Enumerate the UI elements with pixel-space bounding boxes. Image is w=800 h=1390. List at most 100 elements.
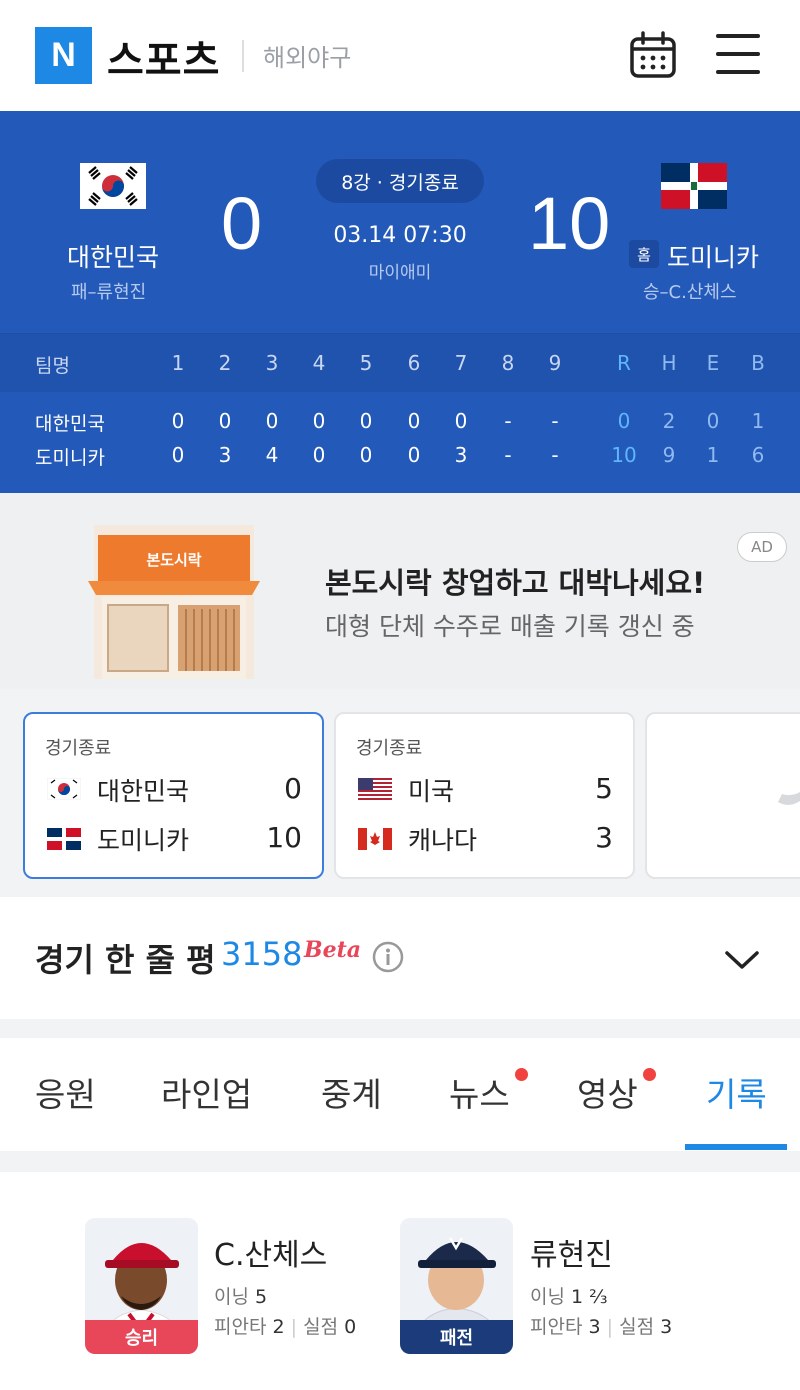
inning-score: 0: [407, 409, 421, 433]
winning-pitcher-name[interactable]: C.산체스: [214, 1230, 327, 1274]
ad-title[interactable]: 본도시락 창업하고 대박나세요!: [325, 560, 705, 602]
total-score: 10: [611, 443, 637, 467]
winning-pitcher-photo[interactable]: 승리: [85, 1218, 198, 1354]
inning-score: 0: [359, 409, 373, 433]
game-card-team: 도미니카: [97, 826, 190, 855]
total-score: 0: [617, 409, 631, 433]
losing-pitcher-name[interactable]: 류현진: [530, 1230, 613, 1274]
total-header: H: [661, 351, 677, 375]
korea-flag-icon: [80, 163, 146, 209]
inning-score: 0: [454, 409, 468, 433]
game-card[interactable]: 경기종료 미국 5 캐나다 3: [334, 712, 635, 879]
game-card-partial[interactable]: [645, 712, 800, 879]
inning-score: -: [504, 409, 512, 433]
news-new-dot: [515, 1068, 528, 1081]
info-icon[interactable]: [372, 941, 404, 973]
scoreboard: 대한민국 패–류현진 0 8강 · 경기종료 03.14 07:30 마이애미 …: [0, 111, 800, 333]
game-card-score: 3: [595, 821, 613, 854]
total-score: 2: [662, 409, 676, 433]
beta-badge: Beta: [304, 937, 362, 963]
inning-score: 0: [312, 443, 326, 467]
calendar-icon[interactable]: [628, 30, 678, 80]
home-score: 10: [528, 182, 611, 265]
game-tabs: 응원 라인업 중계 뉴스 영상 기록: [0, 1038, 800, 1151]
inning-score: 3: [218, 443, 232, 467]
next-game-logo-icon: [778, 792, 800, 805]
winning-pitcher-stats: 피안타 2 | 실점 0: [214, 1316, 357, 1338]
inning-header: 5: [359, 351, 373, 375]
inning-score: 0: [218, 409, 232, 433]
one-line-review-section[interactable]: 경기 한 줄 평 3158 Beta: [0, 897, 800, 1019]
inning-header: 6: [407, 351, 421, 375]
menu-icon[interactable]: [716, 34, 760, 76]
inning-score: 0: [312, 409, 326, 433]
inning-header: 9: [548, 351, 562, 375]
dominican-flag-icon: [661, 163, 727, 209]
win-tag: 승리: [85, 1320, 198, 1354]
store-sign-text: 본도시락: [146, 551, 201, 569]
total-header: R: [617, 351, 631, 375]
inning-header: 2: [218, 351, 232, 375]
total-score: 6: [751, 443, 765, 467]
inning-score: -: [551, 409, 559, 433]
game-datetime: 03.14 07:30: [333, 223, 467, 248]
canada-flag-icon: [358, 828, 392, 850]
game-card[interactable]: 경기종료 대한민국 0 도미니카 10: [23, 712, 324, 879]
tab-lineup[interactable]: 라인업: [161, 1068, 252, 1116]
game-venue: 마이애미: [368, 263, 432, 283]
game-card-team: 미국: [408, 777, 455, 806]
inning-header: 3: [265, 351, 279, 375]
naver-logo[interactable]: N: [35, 27, 92, 84]
game-status-badge: 8강 · 경기종료: [316, 159, 484, 203]
inning-score: 4: [265, 443, 279, 467]
home-team-name[interactable]: 도미니카: [667, 238, 759, 274]
korea-flag-icon: [47, 778, 81, 800]
total-score: 0: [706, 409, 720, 433]
game-card-team: 대한민국: [97, 777, 190, 806]
box-team-name: 대한민국: [35, 413, 105, 435]
team-column-header: 팀명: [35, 355, 70, 377]
winning-pitcher-innings: 이닝 5: [214, 1286, 268, 1308]
tab-cheer[interactable]: 응원: [35, 1068, 96, 1116]
ad-subtitle[interactable]: 대형 단체 수주로 매출 기록 갱신 중: [325, 607, 695, 643]
inning-score: 0: [171, 443, 185, 467]
tab-video[interactable]: 영상: [577, 1068, 638, 1116]
usa-flag-icon: [358, 778, 392, 800]
tab-record[interactable]: 기록: [706, 1068, 767, 1116]
losing-pitcher-stats: 피안타 3 | 실점 3: [530, 1316, 673, 1338]
inning-score: 0: [407, 443, 421, 467]
section-title[interactable]: 해외야구: [263, 38, 351, 73]
inning-header: 8: [501, 351, 515, 375]
home-badge: 홈: [629, 240, 659, 268]
box-score-header: 팀명 1 2 3 4 5 6 7 8 9 R H E B: [0, 334, 800, 392]
away-score: 0: [221, 182, 263, 265]
away-team-name[interactable]: 대한민국: [67, 238, 159, 274]
total-score: 1: [706, 443, 720, 467]
box-score-table: 팀명 1 2 3 4 5 6 7 8 9 R H E B 대한민국 0 0 0 0 0 0 0 - - 0 2 0 1 도미니카 0 3…: [0, 333, 800, 493]
brand-title[interactable]: 스포츠: [107, 28, 220, 86]
total-header: E: [706, 351, 720, 375]
losing-pitcher-photo[interactable]: 패전: [400, 1218, 513, 1354]
total-score: 1: [751, 409, 765, 433]
header-divider: [242, 40, 244, 72]
total-score: 9: [662, 443, 676, 467]
inning-score: 0: [359, 443, 373, 467]
losing-pitcher-innings: 이닝 1 ⅔: [530, 1286, 608, 1308]
inning-header: 1: [171, 351, 185, 375]
game-card-score: 0: [284, 772, 302, 805]
inning-header: 7: [454, 351, 468, 375]
tab-news[interactable]: 뉴스: [449, 1068, 510, 1116]
home-pitcher: 승–C.산체스: [643, 282, 737, 303]
chevron-down-icon[interactable]: [724, 949, 760, 971]
game-card-status: 경기종료: [356, 738, 423, 759]
dominican-flag-icon: [47, 828, 81, 850]
loss-tag: 패전: [400, 1320, 513, 1354]
tab-broadcast[interactable]: 중계: [321, 1068, 382, 1116]
one-line-title: 경기 한 줄 평: [35, 941, 216, 979]
ad-banner[interactable]: 본도시락 AD 본도시락 창업하고 대박나세요! 대형 단체 수주로 매출 기록…: [0, 493, 800, 689]
pitcher-record-section: 승리 C.산체스 이닝 5 피안타 2 | 실점 0 패전 류현진 이닝 1 ⅔…: [0, 1172, 800, 1390]
video-new-dot: [643, 1068, 656, 1081]
one-line-count: 3158: [221, 935, 303, 973]
inning-score: -: [504, 443, 512, 467]
ad-badge[interactable]: AD: [737, 532, 787, 562]
